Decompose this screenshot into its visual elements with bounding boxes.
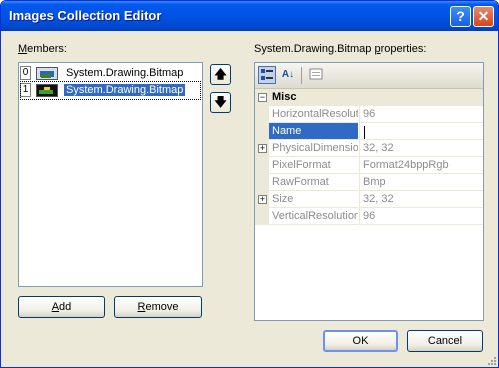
property-name: PhysicalDimension [269,140,358,157]
list-item[interactable]: 1 System.Drawing.Bitmap [20,82,201,99]
property-row[interactable]: + Size 32, 32 [255,191,483,208]
bitmap-thumbnail-icon [36,84,58,97]
property-value[interactable]: Bmp [359,174,483,191]
members-label: Members: [18,43,67,55]
item-label: System.Drawing.Bitmap [66,67,184,79]
property-row[interactable]: HorizontalResolution 96 [255,106,483,123]
move-up-button[interactable]: 🡅 [210,64,231,85]
property-name: RawFormat [269,174,358,191]
property-name: Size [269,191,358,208]
row-gutter [255,106,269,123]
remove-button[interactable]: Remove [114,296,202,318]
list-item[interactable]: 0 System.Drawing.Bitmap [20,65,201,82]
resize-grip-icon[interactable] [486,355,496,365]
item-index: 1 [20,83,31,97]
arrow-down-icon: 🡇 [214,95,227,109]
row-gutter: + [255,191,269,208]
property-name: Name [269,123,358,140]
row-gutter: − [255,89,269,106]
property-grid[interactable]: A↓ − Misc HorizontalResolution 96 Name [254,62,484,321]
property-row[interactable]: Name [255,123,483,140]
members-list[interactable]: 0 System.Drawing.Bitmap 1 System.Drawing… [18,62,203,287]
toolbar-separator [301,67,302,84]
text-cursor [364,126,365,139]
property-pages-icon[interactable] [307,66,325,84]
item-index: 0 [20,66,31,80]
expand-icon[interactable]: + [258,195,267,204]
property-row[interactable]: VerticalResolution 96 [255,208,483,225]
property-value-editor[interactable] [359,123,483,140]
row-gutter [255,123,269,140]
item-label: System.Drawing.Bitmap [64,84,186,96]
row-gutter: + [255,140,269,157]
property-value[interactable]: Format24bppRgb [359,157,483,174]
help-button[interactable]: ? [450,6,471,27]
arrow-up-icon: 🡅 [214,67,227,81]
expand-icon[interactable]: + [258,144,267,153]
properties-label: System.Drawing.Bitmap properties: [254,43,427,55]
row-gutter [255,157,269,174]
row-gutter [255,174,269,191]
property-name: VerticalResolution [269,208,358,225]
ok-button[interactable]: OK [323,330,398,352]
move-down-button[interactable]: 🡇 [210,92,231,113]
property-row[interactable]: PixelFormat Format24bppRgb [255,157,483,174]
property-grid-toolbar: A↓ [255,63,483,89]
row-gutter [255,208,269,225]
property-name: PixelFormat [269,157,358,174]
alphabetical-icon[interactable]: A↓ [279,66,297,84]
property-row[interactable]: + PhysicalDimension 32, 32 [255,140,483,157]
property-value[interactable]: 96 [359,208,483,225]
cancel-button[interactable]: Cancel [407,330,483,352]
category-row-misc[interactable]: − Misc [255,89,483,106]
property-row[interactable]: RawFormat Bmp [255,174,483,191]
property-name: HorizontalResolution [269,106,358,123]
property-value[interactable]: 96 [359,106,483,123]
images-collection-editor-dialog: Images Collection Editor ? ✕ Members: 0 … [0,0,499,368]
categorized-icon[interactable] [258,66,276,84]
collapse-icon[interactable]: − [258,93,267,102]
category-label: Misc [269,89,483,106]
bitmap-thumbnail-icon [36,67,58,80]
window-title: Images Collection Editor [9,8,162,23]
add-button[interactable]: Add [18,296,105,318]
title-bar[interactable]: Images Collection Editor ? ✕ [1,1,498,31]
property-value[interactable]: 32, 32 [359,191,483,208]
property-value[interactable]: 32, 32 [359,140,483,157]
close-button[interactable]: ✕ [473,6,494,27]
